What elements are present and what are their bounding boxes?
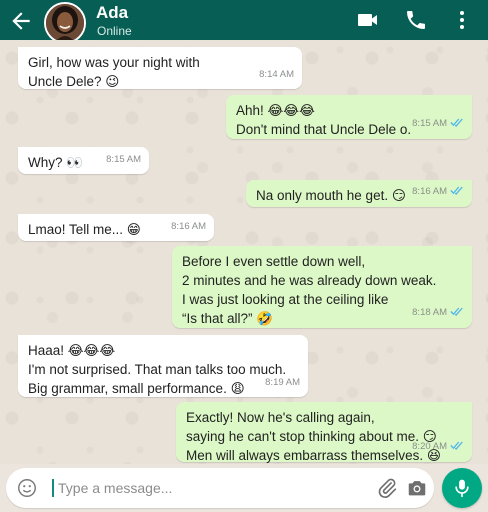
more-options-icon[interactable]: [450, 8, 474, 32]
message-outgoing[interactable]: Exactly! Now he's calling again, saying …: [176, 402, 472, 463]
message-incoming[interactable]: Why? 👀 8:15 AM: [18, 147, 149, 174]
message-incoming[interactable]: Girl, how was your night with Uncle Dele…: [18, 47, 302, 89]
message-outgoing[interactable]: Na only mouth he get. 😏 8:16 AM: [246, 180, 472, 207]
message-time: 8:18 AM: [412, 307, 447, 318]
message-input[interactable]: [58, 478, 308, 498]
message-outgoing[interactable]: Ahh! 😂😂😂 Don't mind that Uncle Dele o. 8…: [226, 95, 472, 139]
chat-area[interactable]: Girl, how was your night with Uncle Dele…: [0, 40, 488, 464]
back-arrow-icon[interactable]: [8, 8, 34, 34]
composer-bar: [0, 464, 488, 512]
message-text: Girl, how was your night with: [28, 55, 200, 70]
message-time: 8:16 AM: [412, 186, 447, 197]
read-receipt-icon: [450, 183, 464, 202]
message-time: 8:19 AM: [265, 377, 300, 388]
read-receipt-icon: [450, 304, 464, 323]
message-text: Exactly! Now he's calling again,: [186, 410, 375, 425]
text-cursor: [52, 479, 54, 497]
message-incoming[interactable]: Haaa! 😂😂😂 I'm not surprised. That man ta…: [18, 335, 308, 397]
voice-call-icon[interactable]: [404, 8, 428, 32]
video-call-icon[interactable]: [356, 8, 380, 32]
message-text: Haaa! 😂😂😂: [28, 343, 116, 358]
microphone-icon: [455, 479, 469, 498]
contact-status: Online: [97, 24, 132, 38]
avatar[interactable]: [44, 2, 86, 44]
message-input-container[interactable]: [6, 468, 434, 508]
contact-name[interactable]: Ada: [96, 3, 128, 23]
message-time: 8:14 AM: [259, 69, 294, 80]
message-time: 8:16 AM: [171, 221, 206, 232]
message-outgoing[interactable]: Before I even settle down well, 2 minute…: [172, 246, 472, 328]
read-receipt-icon: [450, 438, 464, 457]
message-time: 8:15 AM: [106, 154, 141, 165]
emoji-icon[interactable]: [16, 477, 38, 499]
message-text: Big grammar, small performance. 😩: [28, 381, 245, 396]
message-text: I'm not surprised. That man talks too mu…: [28, 362, 287, 377]
message-incoming[interactable]: Lmao! Tell me... 😁 8:16 AM: [18, 214, 214, 241]
camera-icon[interactable]: [406, 477, 428, 499]
message-time: 8:20 AM: [412, 441, 447, 452]
message-text: Uncle Dele? 😉: [28, 74, 120, 89]
message-text: Before I even settle down well,: [182, 254, 366, 269]
read-receipt-icon: [450, 115, 464, 134]
microphone-button[interactable]: [442, 468, 482, 508]
attachment-icon[interactable]: [376, 477, 398, 499]
chat-header: Ada Online: [0, 0, 488, 44]
message-time: 8:15 AM: [412, 118, 447, 129]
message-text: 2 minutes and he was already down weak.: [182, 273, 437, 288]
